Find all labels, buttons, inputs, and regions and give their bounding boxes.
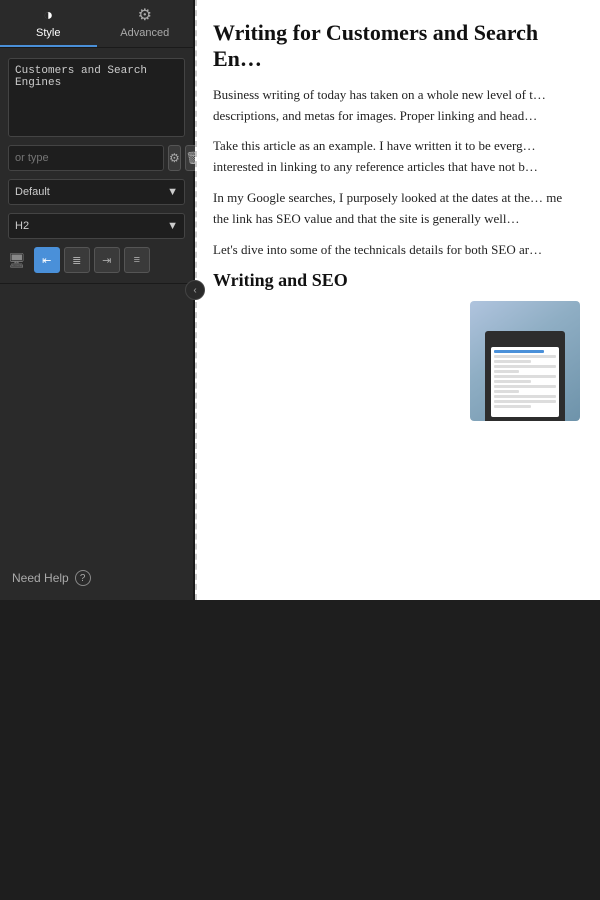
align-left-icon: ⇤ [42, 254, 51, 267]
style-icon: ◑ [43, 8, 53, 24]
heading-text-input[interactable]: Customers and Search Engines [15, 65, 178, 125]
article-para-2: Take this article as an example. I have … [213, 136, 580, 178]
link-input-row: ⚙ 🗑 [8, 145, 185, 171]
tab-advanced[interactable]: ⚙ Advanced [97, 0, 194, 47]
text-area-section: Customers and Search Engines ⚙ 🗑 Default… [0, 48, 193, 284]
align-right-button[interactable]: ⇥ [94, 247, 120, 273]
chevron-down-icon2: ▼ [167, 220, 178, 232]
dropdown1[interactable]: Default ▼ [8, 179, 185, 205]
dropdown1-value: Default [15, 186, 50, 198]
text-area-wrapper: Customers and Search Engines [8, 58, 185, 137]
article-para-4: Let's dive into some of the technicals d… [213, 240, 580, 261]
need-help-section: Need Help ? [0, 556, 193, 600]
align-center-button[interactable]: ≣ [64, 247, 90, 273]
tab-style-label: Style [36, 27, 60, 39]
collapse-icon: ‹ [193, 285, 196, 296]
advanced-icon: ⚙ [138, 8, 152, 24]
dropdown1-row: Default ▼ [8, 179, 185, 205]
article-para-3: In my Google searches, I purposely looke… [213, 188, 580, 230]
section-title: Writing and SEO [213, 270, 580, 291]
align-left-button[interactable]: ⇤ [34, 247, 60, 273]
dropdown2-row: H2 ▼ [8, 213, 185, 239]
content-area: Writing for Customers and Search En… Bus… [195, 0, 600, 600]
monitor-icon: 🖥 [8, 252, 26, 269]
left-panel: ◑ Style ⚙ Advanced Customers and Search … [0, 0, 195, 600]
tab-style[interactable]: ◑ Style [0, 0, 97, 47]
align-justify-button[interactable]: ≡ [124, 247, 150, 273]
tab-bar: ◑ Style ⚙ Advanced [0, 0, 193, 48]
align-center-icon: ≣ [72, 254, 81, 267]
chevron-down-icon: ▼ [167, 186, 178, 198]
article-title: Writing for Customers and Search En… [213, 20, 580, 73]
align-row: 🖥 ⇤ ≣ ⇥ ≡ [8, 247, 185, 273]
right-panel: Writing for Customers and Search En… Bus… [195, 0, 600, 600]
tab-advanced-label: Advanced [120, 27, 169, 39]
link-input[interactable] [8, 145, 164, 171]
align-right-icon: ⇥ [102, 254, 111, 267]
need-help-label: Need Help [12, 571, 69, 585]
help-icon[interactable]: ? [75, 570, 91, 586]
align-justify-icon: ≡ [134, 254, 140, 266]
collapse-arrow-button[interactable]: ‹ [185, 280, 205, 300]
article-image [470, 301, 580, 421]
gear-button[interactable]: ⚙ [168, 145, 181, 171]
article-para-1: Business writing of today has taken on a… [213, 85, 580, 127]
dropdown2-value: H2 [15, 220, 29, 232]
dropdown2[interactable]: H2 ▼ [8, 213, 185, 239]
gear-icon: ⚙ [169, 151, 180, 165]
